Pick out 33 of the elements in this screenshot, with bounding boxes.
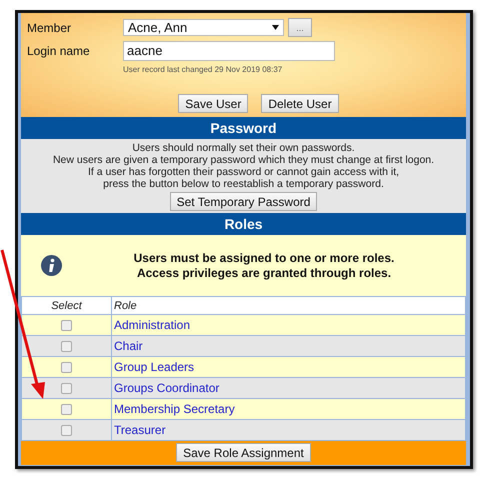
dropdown-arrow-icon <box>272 25 279 30</box>
role-checkbox[interactable] <box>61 320 72 332</box>
lookup-button[interactable]: ... <box>288 18 312 37</box>
info-line: If a user has forgotten their password or cannot gain access with it, <box>88 166 400 178</box>
last-changed-note: User record last changed 29 Nov 2019 08:37 <box>123 65 284 74</box>
role-link[interactable]: Treasurer <box>114 423 166 437</box>
column-header: Select <box>22 296 112 314</box>
save-roles-button[interactable]: Save Role Assignment <box>176 443 311 462</box>
section-title: Password <box>21 117 466 139</box>
user-action-button[interactable]: Save User <box>178 94 248 113</box>
role-link[interactable]: Chair <box>114 339 143 353</box>
field-label: Member <box>27 20 72 34</box>
role-checkbox[interactable] <box>61 404 72 416</box>
member-dropdown[interactable]: Acne, Ann <box>123 19 284 36</box>
role-checkbox[interactable] <box>61 362 72 374</box>
role-checkbox[interactable] <box>61 341 72 352</box>
login-name-field[interactable]: aacne <box>123 41 335 61</box>
user-action-button[interactable]: Delete User <box>261 94 339 113</box>
info-line: Access privileges are granted through roles. <box>136 266 392 280</box>
section-title: Roles <box>21 213 466 235</box>
role-link[interactable]: Administration <box>114 318 190 332</box>
info-line: Users should normally set their own passwords. <box>132 142 355 154</box>
info-line: Users must be assigned to one or more roles. <box>132 250 396 266</box>
column-header: Role <box>112 296 466 314</box>
field-label: Login name <box>27 44 91 58</box>
set-password-button[interactable]: Set Temporary Password <box>170 192 318 211</box>
info-line: New users are given a temporary password which they must change at first logon. <box>52 154 434 166</box>
role-checkbox[interactable] <box>61 425 72 436</box>
info-line: press the button below to reestablish a temporary password. <box>103 178 384 190</box>
role-link[interactable]: Groups Coordinator <box>114 381 220 395</box>
role-checkbox[interactable] <box>61 383 72 394</box>
role-link[interactable]: Group Leaders <box>114 360 194 374</box>
info-icon <box>41 255 62 276</box>
